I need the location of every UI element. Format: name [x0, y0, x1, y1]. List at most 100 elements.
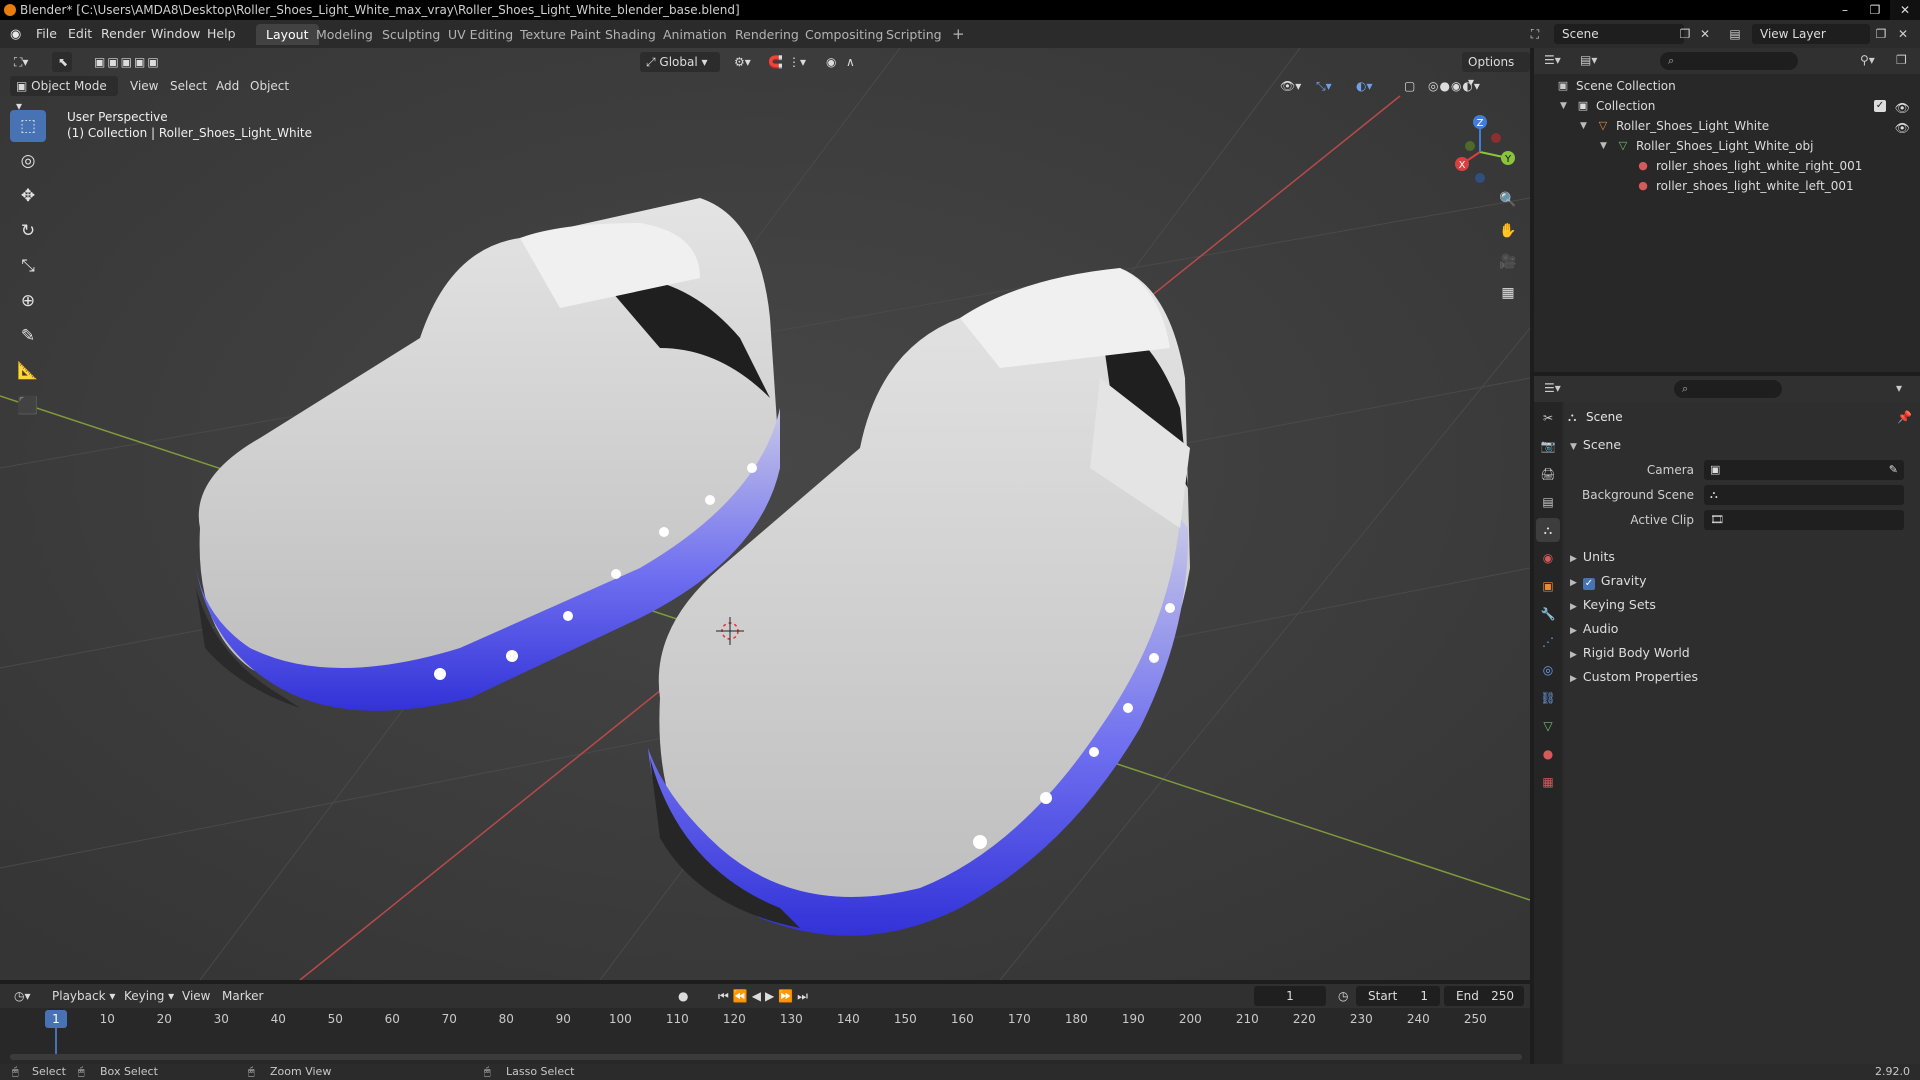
move-icon[interactable]: ✥: [10, 180, 46, 212]
visibility-icon[interactable]: 👁▾: [1274, 76, 1307, 96]
keying-menu[interactable]: Keying ▾: [118, 986, 180, 1006]
annotate-icon[interactable]: ✎: [10, 320, 46, 352]
display-mode-icon[interactable]: ▤▾: [1580, 53, 1597, 67]
background-scene-field[interactable]: ⛬: [1704, 485, 1904, 505]
new-scene-icon[interactable]: ❐: [1676, 25, 1694, 43]
outliner-item-roller-shoes-obj[interactable]: ▼ ▽ Roller_Shoes_Light_White_obj: [1534, 136, 1920, 156]
menu-file[interactable]: File: [36, 26, 57, 41]
select-box-icon[interactable]: ⬚: [10, 110, 46, 142]
outliner-item-roller-shoes[interactable]: ▼ ▽ Roller_Shoes_Light_White 👁: [1534, 116, 1920, 136]
playback-menu[interactable]: Playback ▾: [46, 986, 121, 1006]
audio-panel-header[interactable]: ▶ Audio: [1570, 618, 1910, 640]
menu-view[interactable]: View: [124, 76, 164, 96]
modifier-tab-icon[interactable]: 🔧: [1536, 602, 1560, 626]
marker-menu[interactable]: Marker: [216, 986, 269, 1006]
units-panel-header[interactable]: ▶ Units: [1570, 546, 1910, 568]
select-tool-icon[interactable]: ⬉: [52, 52, 72, 72]
end-frame-field[interactable]: End 250: [1444, 986, 1524, 1006]
world-tab-icon[interactable]: ◉: [1536, 546, 1560, 570]
constraints-tab-icon[interactable]: ⛓: [1536, 686, 1560, 710]
new-collection-icon[interactable]: ❐: [1896, 53, 1907, 67]
outliner-item-material-left[interactable]: ● roller_shoes_light_white_left_001: [1534, 176, 1920, 196]
rotate-icon[interactable]: ↻: [10, 215, 46, 247]
delete-scene-icon[interactable]: ✕: [1696, 25, 1714, 43]
3d-viewport[interactable]: ⛶▾ ⬉ ▣▣▣▣▣ ⤢ Global ▾ ⚙▾ 🧲 ⋮▾ ◉ ∧ Option…: [0, 48, 1530, 980]
add-workspace-button[interactable]: +: [942, 24, 975, 45]
material-tab-icon[interactable]: ●: [1536, 742, 1560, 766]
expand-collection-icon[interactable]: ▼: [1560, 96, 1567, 116]
auto-keying-icon[interactable]: ●: [672, 986, 694, 1006]
measure-icon[interactable]: 📐: [10, 355, 46, 387]
transform-icon[interactable]: ⊕: [10, 285, 46, 317]
selection-mode-icons[interactable]: ▣▣▣▣▣: [88, 52, 167, 72]
timeline-ruler[interactable]: 1 10 20 30 40 50 60 70 80 90 100 110 120 130 140 150 16…: [0, 1008, 1530, 1064]
view-layer-field[interactable]: View Layer: [1752, 24, 1870, 44]
editor-type-icon[interactable]: ⛶▾: [8, 52, 34, 72]
keying-sets-panel-header[interactable]: ▶ Keying Sets: [1570, 594, 1910, 616]
data-tab-icon[interactable]: ▽: [1536, 714, 1560, 738]
preview-range-icon[interactable]: ◷: [1332, 986, 1354, 1006]
timeline-view-menu[interactable]: View: [176, 986, 216, 1006]
texture-tab-icon[interactable]: ▦: [1536, 770, 1560, 794]
outliner-item-material-right[interactable]: ● roller_shoes_light_white_right_001: [1534, 156, 1920, 176]
current-frame-field[interactable]: 1: [1254, 986, 1326, 1006]
outliner-search-input[interactable]: ⌕: [1660, 52, 1798, 70]
physics-tab-icon[interactable]: ◎: [1536, 658, 1560, 682]
tool-tab-icon[interactable]: ✂: [1536, 406, 1560, 430]
xray-icon[interactable]: ▢: [1398, 76, 1421, 96]
object-tab-icon[interactable]: ▣: [1536, 574, 1560, 598]
properties-editor-icon[interactable]: ☰▾: [1544, 381, 1561, 395]
collection-visibility-icon[interactable]: 👁: [1895, 98, 1910, 118]
object-visibility-icon[interactable]: 👁: [1895, 118, 1910, 138]
outliner-editor-icon[interactable]: ☰▾: [1544, 53, 1561, 67]
menu-help[interactable]: Help: [207, 26, 236, 41]
pan-hand-icon[interactable]: ✋: [1494, 217, 1522, 245]
minimize-button[interactable]: –: [1830, 0, 1860, 20]
blender-menu-icon[interactable]: ◉: [10, 27, 26, 42]
perspective-toggle-icon[interactable]: ▦: [1494, 279, 1522, 307]
custom-properties-panel-header[interactable]: ▶ Custom Properties: [1570, 666, 1910, 688]
scene-panel-header[interactable]: ▼ Scene: [1570, 434, 1910, 456]
filter-icon[interactable]: ⚲▾: [1860, 53, 1875, 67]
pivot-point-icon[interactable]: ⚙▾: [728, 52, 757, 72]
timeline-scrollbar[interactable]: [10, 1054, 1522, 1060]
gravity-panel-header[interactable]: ▶ ✓ Gravity: [1570, 570, 1910, 592]
view-layer-icon[interactable]: ▤: [1726, 25, 1744, 43]
output-tab-icon[interactable]: 🖨: [1536, 462, 1560, 486]
overlay-toggle-icon[interactable]: ◐▾: [1350, 76, 1379, 96]
scene-tab-icon[interactable]: ⛬: [1536, 518, 1560, 542]
menu-edit[interactable]: Edit: [68, 26, 92, 41]
eyedropper-icon[interactable]: ✎: [1889, 460, 1898, 480]
add-cube-icon[interactable]: ⬛: [10, 390, 46, 422]
tab-scripting[interactable]: Scripting: [876, 24, 952, 45]
expand-mesh-icon[interactable]: ▼: [1600, 136, 1607, 156]
scale-icon[interactable]: ⤡: [10, 250, 46, 282]
playhead-frame-indicator[interactable]: 1: [45, 1010, 67, 1028]
menu-select[interactable]: Select: [164, 76, 213, 96]
properties-search-input[interactable]: ⌕: [1674, 380, 1782, 398]
menu-add[interactable]: Add: [210, 76, 245, 96]
pin-icon[interactable]: 📌: [1897, 410, 1912, 424]
delete-view-layer-icon[interactable]: ✕: [1894, 25, 1912, 43]
timeline-editor-icon[interactable]: ◷▾: [8, 986, 37, 1006]
outliner-scene-collection[interactable]: ▣ Scene Collection: [1534, 76, 1920, 96]
outliner-item-collection[interactable]: ▼ ▣ Collection ✓ 👁: [1534, 96, 1920, 116]
gravity-checkbox[interactable]: ✓: [1582, 578, 1595, 590]
transform-orientation-dropdown[interactable]: ⤢ Global ▾: [640, 52, 720, 72]
menu-object[interactable]: Object: [244, 76, 295, 96]
navigation-gizmo[interactable]: X Y Z: [1440, 108, 1520, 188]
scene-browse-icon[interactable]: ⛶: [1526, 25, 1544, 43]
cursor-icon[interactable]: ◎: [10, 145, 46, 177]
close-button[interactable]: ✕: [1890, 0, 1920, 20]
start-frame-field[interactable]: Start 1: [1356, 986, 1440, 1006]
maximize-button[interactable]: ❐: [1860, 0, 1890, 20]
zoom-icon[interactable]: 🔍: [1494, 186, 1522, 214]
options-dropdown[interactable]: Options ▾: [1462, 52, 1530, 89]
object-mode-dropdown[interactable]: ▣ Object Mode ▾: [10, 76, 118, 113]
camera-view-icon[interactable]: 🎥: [1494, 248, 1522, 276]
render-tab-icon[interactable]: 📷: [1536, 434, 1560, 458]
collection-include-checkbox[interactable]: ✓: [1874, 100, 1886, 112]
scene-field[interactable]: Scene: [1554, 24, 1684, 44]
menu-render[interactable]: Render: [101, 26, 146, 41]
playback-controls[interactable]: ⏮⏪◀▶⏩⏭: [712, 986, 818, 1006]
